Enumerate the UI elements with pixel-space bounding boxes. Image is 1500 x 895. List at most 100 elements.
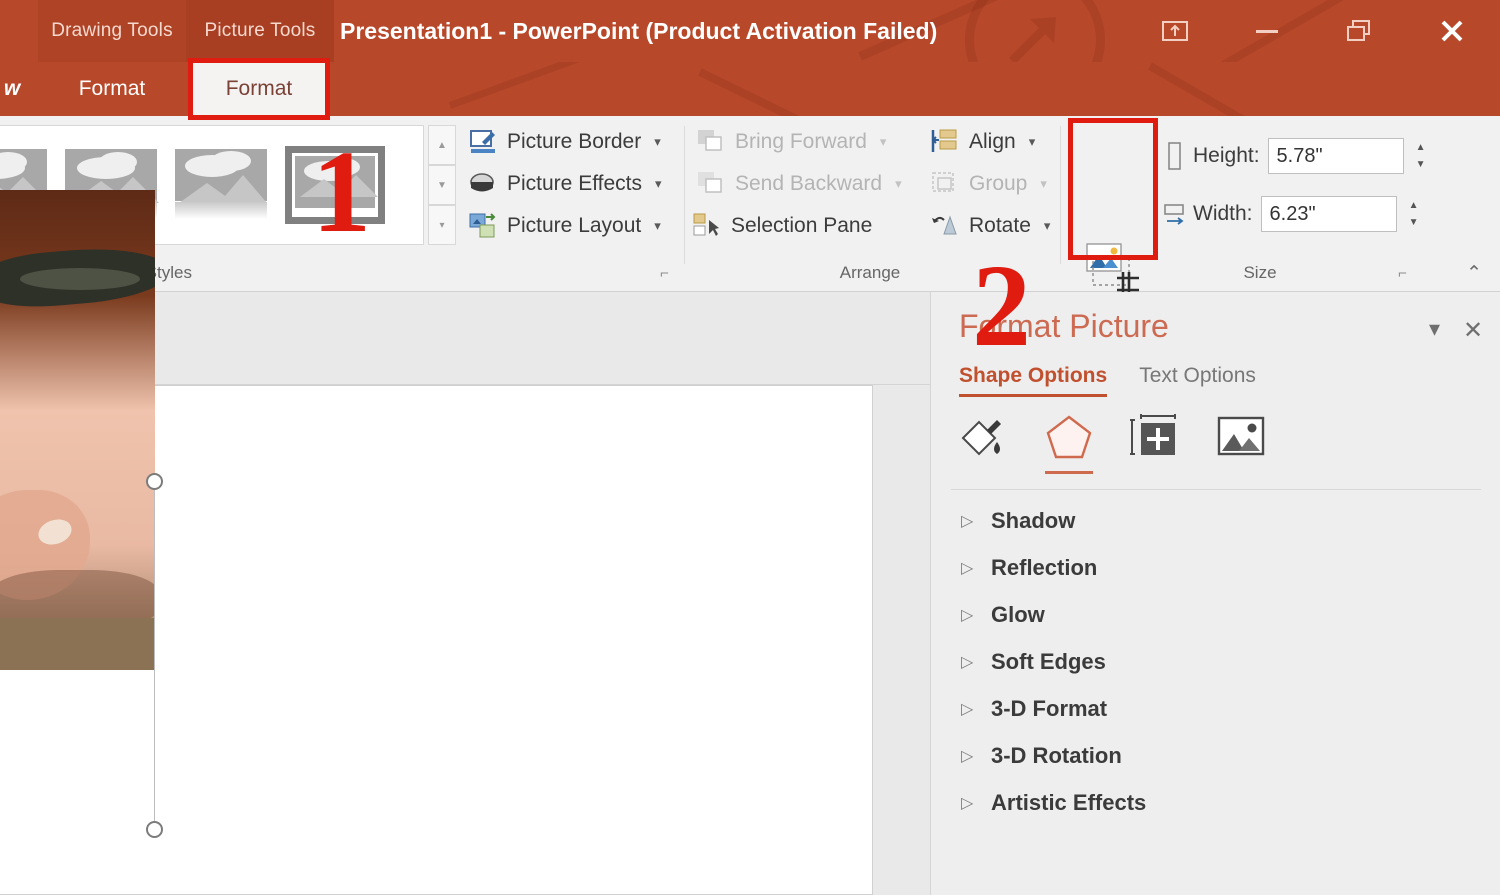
decorative-circle: [965, 0, 1105, 62]
format-picture-pane: Format Picture ▾ ✕ Shape Options Text Op…: [930, 292, 1500, 895]
section-shadow[interactable]: ▷ Shadow: [961, 508, 1075, 534]
picture-effects-button[interactable]: Picture Effects ▾: [468, 170, 662, 198]
context-tab-label: Drawing Tools: [51, 20, 173, 41]
width-row: Width: 6.23" ▲ ▼: [1163, 196, 1423, 232]
chevron-down-icon[interactable]: ▾: [1040, 176, 1047, 192]
shape-width-icon: [1164, 204, 1184, 225]
width-stepper[interactable]: ▲ ▼: [1405, 196, 1423, 232]
picture-icon[interactable]: [1215, 412, 1267, 462]
section-label: Artistic Effects: [991, 790, 1147, 815]
tab-label: Text Options: [1139, 364, 1256, 387]
minimize-icon[interactable]: [1235, 0, 1299, 62]
ribbon-tab-strip: w Format Format Tell me what you want to…: [0, 62, 1500, 116]
chevron-down-icon[interactable]: ▾: [895, 176, 902, 192]
align-icon: [930, 128, 960, 156]
gallery-more-icon[interactable]: ▾: [428, 205, 456, 245]
section-soft-edges[interactable]: ▷ Soft Edges: [961, 649, 1106, 675]
document-title: Presentation1 - PowerPoint (Product Acti…: [340, 17, 938, 44]
section-label: Glow: [991, 602, 1045, 627]
expand-triangle-icon: ▷: [961, 654, 974, 671]
tab-text-options[interactable]: Text Options: [1139, 364, 1256, 397]
picture-layout-icon: [468, 212, 498, 240]
section-label: 3-D Rotation: [991, 743, 1122, 768]
group-label-size: Size: [1243, 263, 1277, 282]
picture-detail: [20, 268, 140, 290]
annotation-number-2: 2: [972, 240, 1031, 371]
decorative-line: [448, 62, 734, 109]
effects-icon[interactable]: [1043, 412, 1095, 474]
chevron-down-icon[interactable]: ▾: [1044, 218, 1051, 234]
chevron-down-icon[interactable]: ▾: [880, 134, 887, 150]
selection-border: [154, 481, 155, 829]
expand-triangle-icon: ▷: [961, 795, 974, 812]
ribbon: ▲ ▼ ▾ Picture Styles ⌐ Picture Border ▾: [0, 116, 1500, 344]
tab-format-drawing[interactable]: Format: [38, 62, 186, 116]
picture-border-icon: [468, 128, 498, 156]
selection-pane-icon: [692, 212, 722, 240]
tab-format-picture[interactable]: Format: [192, 62, 326, 116]
height-row: Height: 5.78" ▲ ▼: [1163, 138, 1430, 174]
section-glow[interactable]: ▷ Glow: [961, 602, 1045, 628]
width-label: Width:: [1193, 202, 1253, 225]
section-3d-rotation[interactable]: ▷ 3-D Rotation: [961, 743, 1122, 769]
chevron-down-icon[interactable]: ▾: [654, 218, 661, 234]
picture-style-thumbnail[interactable]: [175, 149, 267, 221]
size-and-properties-icon[interactable]: [1129, 412, 1181, 462]
rotate-button[interactable]: Rotate ▾: [930, 212, 1050, 240]
picture-styles-dialog-launcher[interactable]: ⌐: [660, 265, 678, 283]
picture-layout-label: Picture Layout: [507, 214, 642, 237]
height-input[interactable]: 5.78": [1267, 138, 1404, 174]
chevron-down-icon[interactable]: ▾: [655, 176, 662, 192]
expand-triangle-icon: ▷: [961, 607, 974, 624]
chevron-down-icon[interactable]: ▾: [654, 134, 661, 150]
chevron-down-icon[interactable]: ▾: [1029, 134, 1036, 150]
fill-and-line-icon[interactable]: [957, 412, 1009, 462]
send-backward-label: Send Backward: [735, 172, 883, 195]
pane-divider: [951, 489, 1481, 490]
annotation-number-1: 1: [312, 126, 371, 257]
selection-pane-button[interactable]: Selection Pane: [692, 212, 872, 240]
title-bar: Drawing Tools Picture Tools Presentation…: [0, 0, 1500, 62]
context-tab-picture-tools[interactable]: Picture Tools: [186, 0, 334, 62]
resize-handle-bottom-right[interactable]: [146, 821, 163, 838]
restore-icon[interactable]: [1327, 0, 1391, 62]
align-button[interactable]: Align ▾: [930, 128, 1035, 156]
powerpoint-window: Drawing Tools Picture Tools Presentation…: [0, 0, 1500, 895]
gallery-scroll-up-icon[interactable]: ▲: [428, 125, 456, 165]
picture-layout-button[interactable]: Picture Layout ▾: [468, 212, 661, 240]
section-artistic-effects[interactable]: ▷ Artistic Effects: [961, 790, 1146, 816]
resize-handle-top-right[interactable]: [146, 473, 163, 490]
section-label: Soft Edges: [991, 649, 1106, 674]
selected-picture[interactable]: [0, 190, 155, 670]
gallery-scroll-buttons[interactable]: ▲ ▼ ▾: [428, 125, 456, 245]
tab-view-partial[interactable]: w: [0, 62, 38, 116]
close-icon[interactable]: [1420, 0, 1484, 62]
group-button[interactable]: Group ▾: [930, 170, 1047, 198]
context-tab-label: Picture Tools: [204, 20, 316, 41]
ribbon-display-options-icon[interactable]: [1143, 0, 1207, 62]
send-backward-button[interactable]: Send Backward ▾: [696, 170, 902, 198]
section-label: Reflection: [991, 555, 1098, 580]
shape-height-icon: [1168, 142, 1181, 170]
expand-triangle-icon: ▷: [961, 560, 974, 577]
picture-effects-icon: [468, 170, 498, 198]
picture-detail: [0, 618, 155, 670]
decorative-arrow-icon: [1008, 17, 1056, 62]
collapse-ribbon-icon[interactable]: ⌃: [1466, 262, 1482, 285]
size-dialog-launcher[interactable]: ⌐: [1398, 265, 1416, 283]
section-reflection[interactable]: ▷ Reflection: [961, 555, 1097, 581]
decorative-line: [698, 68, 1080, 116]
align-label: Align: [969, 130, 1016, 153]
pane-close-icon[interactable]: ✕: [1463, 316, 1483, 345]
pane-dropdown-icon[interactable]: ▾: [1429, 316, 1440, 342]
height-stepper[interactable]: ▲ ▼: [1412, 138, 1430, 174]
bring-forward-icon: [696, 128, 726, 156]
expand-triangle-icon: ▷: [961, 701, 974, 718]
context-tab-drawing-tools[interactable]: Drawing Tools: [38, 0, 186, 62]
bring-forward-label: Bring Forward: [735, 130, 867, 153]
bring-forward-button[interactable]: Bring Forward ▾: [696, 128, 886, 156]
section-3d-format[interactable]: ▷ 3-D Format: [961, 696, 1107, 722]
gallery-scroll-down-icon[interactable]: ▼: [428, 165, 456, 205]
picture-border-button[interactable]: Picture Border ▾: [468, 128, 661, 156]
width-input[interactable]: 6.23": [1260, 196, 1397, 232]
